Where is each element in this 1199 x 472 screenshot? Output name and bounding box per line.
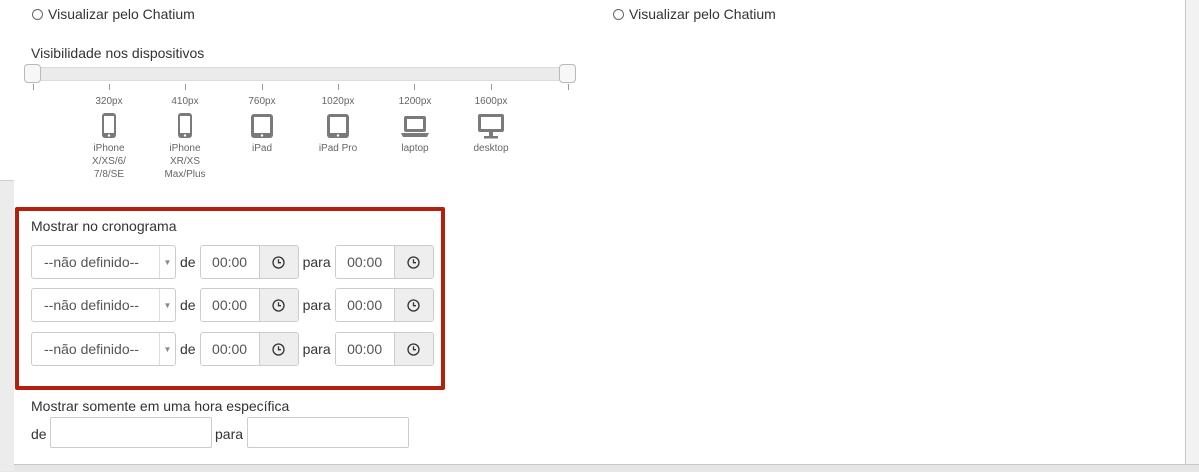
specific-hour-from-input[interactable] [50, 417, 212, 448]
phone-icon [155, 112, 215, 142]
day-select[interactable]: --não definido-- ▼ [31, 288, 176, 322]
radio-label: Visualizar pelo Chatium [48, 6, 195, 22]
breakpoint-name-line: iPad [251, 143, 272, 154]
chevron-down-icon: ▼ [159, 246, 175, 278]
slider-tick [185, 84, 186, 90]
day-select-value: --não definido-- [44, 254, 139, 270]
day-select[interactable]: --não definido-- ▼ [31, 245, 176, 279]
breakpoint-410: 410px iPhone XR/XS Max/Plus [155, 95, 215, 181]
schedule-row: --não definido-- ▼ de 00:00 para 00:00 [31, 288, 434, 322]
breakpoint-name-line: iPad Pro [318, 143, 358, 154]
breakpoint-name-line: desktop [473, 143, 509, 154]
day-select-value: --não definido-- [44, 297, 139, 313]
from-label: de [180, 297, 196, 313]
clock-icon[interactable] [393, 333, 433, 365]
device-range-slider[interactable] [24, 67, 576, 81]
slider-handle-min[interactable] [24, 64, 41, 83]
specific-hour-from-label: de [31, 426, 47, 442]
bottom-edge [0, 464, 1199, 472]
devices-visibility-title: Visibilidade nos dispositivos [31, 45, 205, 61]
radio-label: Visualizar pelo Chatium [629, 6, 776, 22]
right-scroll-edge [1185, 0, 1199, 472]
to-time-group: 00:00 [334, 332, 434, 366]
slider-handle-max[interactable] [559, 64, 576, 83]
radio-button[interactable] [32, 8, 43, 20]
to-time-input[interactable]: 00:00 [335, 289, 394, 321]
slider-tick [338, 84, 339, 90]
from-time-group: 00:00 [199, 288, 299, 322]
clock-icon[interactable] [393, 246, 433, 278]
from-label: de [180, 254, 196, 270]
from-time-input[interactable]: 00:00 [200, 289, 259, 321]
laptop-icon [385, 112, 445, 142]
day-select[interactable]: --não definido-- ▼ [31, 332, 176, 366]
breakpoint-size: 320px [95, 96, 123, 107]
clock-icon[interactable] [258, 246, 298, 278]
side-panel-edge [0, 180, 14, 471]
from-label: de [180, 341, 196, 357]
breakpoint-760: 760px iPad [232, 95, 292, 155]
radio-view-chatium-right[interactable]: Visualizar pelo Chatium [613, 6, 776, 22]
breakpoint-size: 410px [171, 96, 199, 107]
to-label: para [302, 297, 331, 313]
from-time-input[interactable]: 00:00 [200, 246, 259, 278]
phone-icon [79, 112, 139, 142]
chevron-down-icon: ▼ [159, 333, 175, 365]
breakpoint-size: 1020px [321, 96, 355, 107]
breakpoint-name-line: laptop [401, 143, 429, 154]
to-time-group: 00:00 [334, 288, 434, 322]
slider-tick [33, 84, 34, 90]
from-time-input[interactable]: 00:00 [200, 333, 259, 365]
clock-icon[interactable] [393, 289, 433, 321]
breakpoint-1600: 1600px desktop [461, 95, 521, 155]
from-time-group: 00:00 [199, 332, 299, 366]
breakpoint-name-line: iPhone [169, 143, 201, 154]
breakpoint-name-line: iPhone [93, 143, 125, 154]
breakpoint-1200: 1200px laptop [385, 95, 445, 155]
slider-tick [262, 84, 263, 90]
slider-tick [568, 84, 569, 90]
tablet-icon [232, 112, 292, 142]
specific-hour-title: Mostrar somente em uma hora específica [31, 398, 290, 414]
desktop-icon [461, 112, 521, 142]
to-time-group: 00:00 [334, 245, 434, 279]
breakpoint-1020: 1020px iPad Pro [308, 95, 368, 155]
breakpoint-name-line: X/XS/6/ [92, 156, 126, 167]
to-label: para [302, 254, 331, 270]
schedule-row: --não definido-- ▼ de 00:00 para 00:00 [31, 245, 434, 279]
chevron-down-icon: ▼ [159, 289, 175, 321]
breakpoint-name-line: 7/8/SE [93, 169, 125, 180]
to-time-input[interactable]: 00:00 [335, 246, 394, 278]
radio-button[interactable] [613, 8, 624, 20]
schedule-row: --não definido-- ▼ de 00:00 para 00:00 [31, 332, 434, 366]
specific-hour-to-label: para [215, 426, 244, 442]
specific-hour-to-input[interactable] [247, 417, 409, 448]
day-select-value: --não definido-- [44, 341, 139, 357]
slider-tick [414, 84, 415, 90]
tablet-icon [308, 112, 368, 142]
clock-icon[interactable] [258, 333, 298, 365]
breakpoint-size: 1200px [398, 96, 432, 107]
radio-view-chatium-left[interactable]: Visualizar pelo Chatium [32, 6, 195, 22]
clock-icon[interactable] [258, 289, 298, 321]
to-label: para [302, 341, 331, 357]
breakpoint-size: 760px [248, 96, 276, 107]
breakpoint-size: 1600px [474, 96, 508, 107]
to-time-input[interactable]: 00:00 [335, 333, 394, 365]
schedule-title: Mostrar no cronograma [31, 218, 177, 234]
breakpoint-name-line: Max/Plus [164, 169, 206, 180]
slider-tick [109, 84, 110, 90]
from-time-group: 00:00 [199, 245, 299, 279]
breakpoint-name-line: XR/XS [169, 156, 200, 167]
slider-tick [491, 84, 492, 90]
breakpoint-320: 320px iPhone X/XS/6/ 7/8/SE [79, 95, 139, 181]
